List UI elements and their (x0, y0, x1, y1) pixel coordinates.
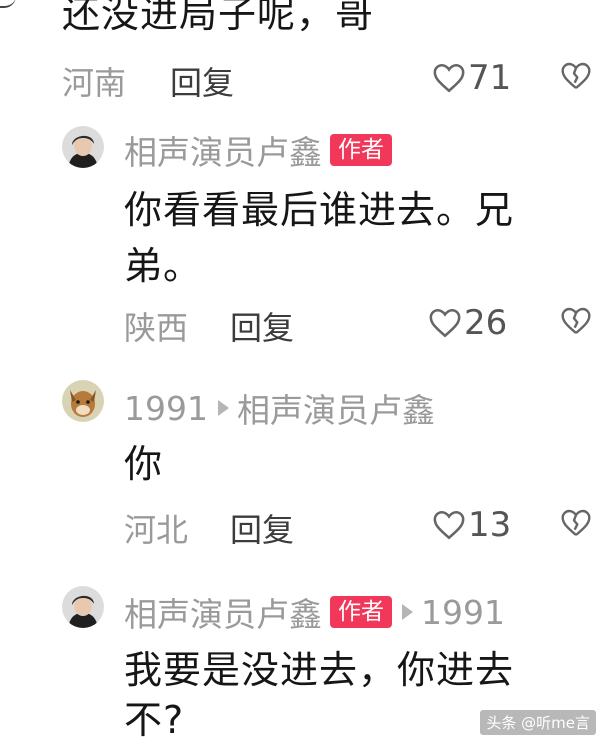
username[interactable]: 相声演员卢鑫 (124, 126, 322, 174)
like-count: 13 (468, 505, 512, 545)
like-count: 26 (464, 303, 508, 343)
comment-2-location: 陕西 (124, 309, 189, 347)
comment-3-dislike-button[interactable] (560, 508, 592, 538)
comment-1-location: 河南 (62, 64, 127, 102)
reply-to-username[interactable]: 相声演员卢鑫 (237, 384, 435, 432)
comment-3-text: 你 (124, 442, 164, 486)
heart-outline-icon (432, 509, 466, 541)
reply-arrow-icon (402, 604, 413, 620)
comment-1-text: 还没进局子呢，哥 (62, 0, 375, 36)
username[interactable]: 相声演员卢鑫 (124, 588, 322, 636)
reply-arrow-icon (217, 400, 229, 416)
comment-1-reply-button[interactable]: 回复 (170, 58, 234, 104)
comment-3-reply-button[interactable]: 回复 (230, 505, 294, 551)
comment-2-author[interactable]: 相声演员卢鑫 作者 (124, 126, 392, 174)
comment-4-author[interactable]: 相声演员卢鑫 作者 1991 (124, 588, 505, 636)
comment-3-like-button[interactable]: 13 (432, 505, 511, 545)
comment-2-text-line-1: 你看看最后谁进去。兄 (124, 188, 515, 232)
comment-2-text-line-2: 弟。 (124, 244, 203, 288)
comment-4-text-line-2: 不? (124, 698, 185, 742)
author-badge: 作者 (330, 596, 392, 628)
comment-3-location: 河北 (124, 511, 189, 549)
watermark: 头条 @听me言 (480, 710, 596, 735)
author-badge: 作者 (330, 134, 392, 166)
comment-2-dislike-button[interactable] (560, 306, 592, 336)
comment-3-author[interactable]: 1991 相声演员卢鑫 (124, 384, 435, 432)
comment-1-dislike-button[interactable] (560, 61, 592, 91)
avatar[interactable] (62, 126, 104, 168)
comment-2-like-button[interactable]: 26 (428, 303, 507, 343)
username[interactable]: 1991 (124, 389, 208, 428)
broken-heart-icon (560, 61, 592, 91)
comment-4-text-line-1: 我要是没进去，你进去 (124, 648, 515, 692)
avatar[interactable] (62, 380, 104, 422)
broken-heart-icon (560, 508, 592, 538)
avatar[interactable] (62, 586, 104, 628)
like-count: 71 (468, 58, 512, 98)
reply-to-username[interactable]: 1991 (421, 593, 505, 632)
heart-outline-icon (428, 307, 462, 339)
broken-heart-icon (560, 306, 592, 336)
comment-1-like-button[interactable]: 71 (432, 58, 511, 98)
top-left-fragment (0, 0, 16, 8)
heart-outline-icon (432, 62, 466, 94)
comment-2-reply-button[interactable]: 回复 (230, 303, 294, 349)
